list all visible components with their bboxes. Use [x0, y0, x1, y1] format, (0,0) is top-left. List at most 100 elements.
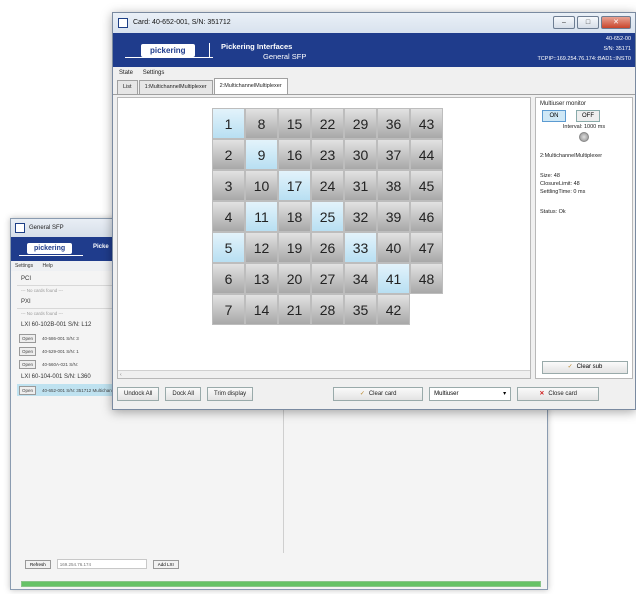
monitor-toggle: ON OFF [536, 110, 632, 122]
device-label: 40-560A-021 S/N: [42, 361, 79, 367]
switch-cell[interactable]: 32 [344, 201, 377, 232]
card-window: Card: 40-652-001, S/N: 351712 – □ ✕ pick… [112, 12, 636, 410]
open-button[interactable]: Open [19, 333, 37, 343]
tab-bar: List 1:MultichannelMultiplexer 2:Multich… [113, 78, 635, 95]
switch-cell[interactable]: 24 [311, 170, 344, 201]
back-window-bottom-bar: Refresh Add LXI [25, 559, 179, 569]
switch-cell[interactable]: 7 [212, 294, 245, 325]
ip-address-input[interactable] [56, 559, 147, 569]
switch-cell[interactable]: 9 [245, 139, 278, 170]
close-icon[interactable]: ✕ [601, 16, 631, 29]
switch-cell[interactable]: 44 [410, 139, 443, 170]
switch-cell[interactable]: 39 [377, 201, 410, 232]
switch-cell[interactable]: 47 [410, 232, 443, 263]
close-card-button[interactable]: ✕ Close card [517, 387, 600, 401]
switch-cell[interactable]: 42 [377, 294, 410, 325]
switch-cell[interactable]: 2 [212, 139, 245, 170]
menu-state[interactable]: State [119, 70, 133, 76]
brush-icon: ✓ [359, 391, 365, 397]
menu-settings[interactable]: Settings [15, 263, 33, 269]
menu-help[interactable]: Help [42, 263, 52, 269]
switch-cell[interactable]: 5 [212, 232, 245, 263]
clear-sub-label: Clear sub [576, 364, 603, 370]
switch-cell[interactable]: 23 [311, 139, 344, 170]
trim-display-button[interactable]: Trim display [207, 387, 254, 401]
switch-cell[interactable]: 15 [278, 108, 311, 139]
switch-cell[interactable]: 46 [410, 201, 443, 232]
clear-card-button[interactable]: ✓ Clear card [333, 387, 424, 401]
clear-card-label: Clear card [368, 391, 397, 397]
switch-cell[interactable]: 21 [278, 294, 311, 325]
device-label: 40-529-001 S/N: 1 [42, 348, 79, 354]
switch-cell[interactable]: 1 [212, 108, 245, 139]
on-button[interactable]: ON [542, 110, 566, 122]
switch-cell[interactable]: 28 [311, 294, 344, 325]
switch-cell[interactable]: 37 [377, 139, 410, 170]
brush-icon: ✓ [567, 364, 573, 370]
switch-cell[interactable]: 13 [245, 263, 278, 294]
maximize-icon[interactable]: □ [577, 16, 599, 29]
horizontal-scrollbar[interactable]: ‹ [118, 370, 530, 378]
clear-sub-button[interactable]: ✓ Clear sub [542, 361, 628, 374]
switch-cell[interactable]: 30 [344, 139, 377, 170]
open-button[interactable]: Open [19, 385, 37, 395]
switch-cell[interactable]: 38 [377, 170, 410, 201]
tab-list[interactable]: List [117, 80, 138, 94]
switch-cell[interactable]: 10 [245, 170, 278, 201]
switch-cell[interactable]: 48 [410, 263, 443, 294]
brand-name: Pickering Interfaces [221, 42, 293, 51]
switch-cell[interactable]: 36 [377, 108, 410, 139]
monitor-size: Size: 48 [540, 173, 560, 179]
switch-cell[interactable]: 18 [278, 201, 311, 232]
switch-cell[interactable]: 14 [245, 294, 278, 325]
card-window-banner: pickering Pickering Interfaces General S… [113, 33, 635, 67]
switch-cell[interactable]: 34 [344, 263, 377, 294]
card-resource: TCPIP::169.254.76.174::BAD1::INST0 [537, 56, 631, 62]
card-window-titlebar: Card: 40-652-001, S/N: 351712 – □ ✕ [113, 13, 635, 33]
switch-cell[interactable]: 20 [278, 263, 311, 294]
switch-cell[interactable]: 4 [212, 201, 245, 232]
dock-all-button[interactable]: Dock All [165, 387, 202, 401]
switch-cell[interactable]: 6 [212, 263, 245, 294]
back-window-title: General SFP [29, 225, 64, 231]
switch-cell[interactable]: 26 [311, 232, 344, 263]
progress-bar [21, 581, 541, 587]
undock-all-button[interactable]: Undock All [117, 387, 160, 401]
switch-cell[interactable]: 12 [245, 232, 278, 263]
switch-cell[interactable]: 8 [245, 108, 278, 139]
tab-multiplexer-1[interactable]: 1:MultichannelMultiplexer [138, 80, 213, 94]
open-button[interactable]: Open [19, 346, 37, 356]
switch-cell[interactable]: 16 [278, 139, 311, 170]
switch-cell[interactable]: 45 [410, 170, 443, 201]
switch-cell[interactable]: 31 [344, 170, 377, 201]
mode-select[interactable]: Multiuser ▾ [429, 387, 512, 401]
switch-cell[interactable]: 29 [344, 108, 377, 139]
off-button[interactable]: OFF [576, 110, 600, 122]
window-controls: – □ ✕ [553, 16, 631, 29]
switch-cell[interactable]: 17 [278, 170, 311, 201]
switch-cell[interactable]: 11 [245, 201, 278, 232]
add-lxi-button[interactable]: Add LXI [152, 559, 179, 569]
pickering-logo: pickering [141, 44, 195, 57]
switch-cell[interactable]: 27 [311, 263, 344, 294]
card-window-menu: State Settings [113, 67, 635, 79]
logo-line [19, 255, 83, 256]
open-button[interactable]: Open [19, 359, 37, 369]
tab-multiplexer-2[interactable]: 2:MultichannelMultiplexer [213, 78, 288, 94]
switch-cell[interactable]: 35 [344, 294, 377, 325]
refresh-button[interactable]: Refresh [25, 559, 51, 569]
minimize-icon[interactable]: – [553, 16, 575, 29]
switch-cell[interactable]: 19 [278, 232, 311, 263]
back-window-brand: Picke [93, 244, 109, 250]
multiuser-monitor-panel: Multiuser monitor ON OFF Interval: 1000 … [535, 97, 633, 379]
switch-cell[interactable]: 22 [311, 108, 344, 139]
switch-cell[interactable]: 25 [311, 201, 344, 232]
switch-cell[interactable]: 3 [212, 170, 245, 201]
switch-cell[interactable]: 43 [410, 108, 443, 139]
menu-settings[interactable]: Settings [143, 70, 165, 76]
switch-cell[interactable]: 33 [344, 232, 377, 263]
switch-cell[interactable]: 41 [377, 263, 410, 294]
switch-cell[interactable]: 40 [377, 232, 410, 263]
app-icon [15, 223, 25, 233]
app-name: General SFP [263, 52, 307, 61]
